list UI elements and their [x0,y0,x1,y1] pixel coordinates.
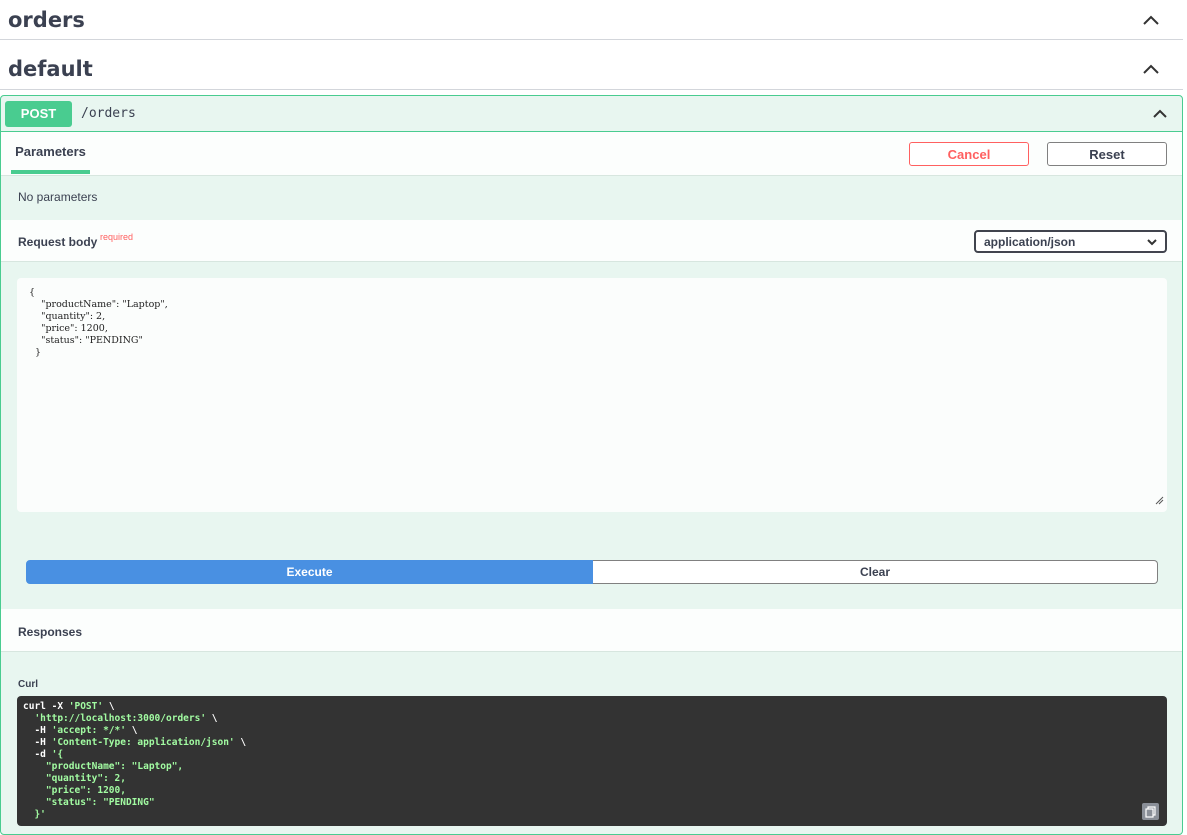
editor-line: } [29,347,42,358]
curl-line: -H 'Content-Type: application/json' \ [23,737,247,748]
curl-line: "price": 1200, [23,785,126,796]
curl-label: Curl [18,679,38,690]
tag-header-orders[interactable]: orders [0,0,1183,40]
operation-path: /orders [81,106,136,121]
copy-icon[interactable] [1142,803,1159,820]
chevron-up-icon[interactable] [1139,57,1163,81]
editor-line: { [29,287,36,298]
editor-line: "price": 1200, [29,323,108,334]
curl-line: }' [23,809,46,820]
editor-line: "quantity": 2, [29,311,106,322]
tag-header-default[interactable]: default [0,48,1183,90]
curl-line: "productName": "Laptop", [23,761,184,772]
request-body-title: Request body [18,235,98,249]
curl-line: -H 'accept: */*' \ [23,725,138,736]
curl-line: "status": "PENDING" [23,797,155,808]
execute-wrapper: Execute Clear [26,560,1158,584]
cancel-button[interactable]: Cancel [909,142,1029,166]
tag-title-default: default [8,56,93,81]
chevron-up-icon[interactable] [1148,102,1172,126]
content-type-value: application/json [984,234,1076,249]
curl-code-block: curl -X 'POST' \ 'http://localhost:3000/… [17,696,1167,826]
tab-parameters[interactable]: Parameters [11,132,90,174]
method-badge: POST [5,100,72,127]
chevron-up-icon[interactable] [1139,8,1163,32]
editor-line: "status": "PENDING" [29,335,143,346]
parameters-tab-bar: Parameters Cancel Reset [1,132,1182,176]
resize-handle-icon[interactable] [1154,492,1164,510]
curl-line: curl -X 'POST' \ [23,701,115,712]
chevron-down-icon [1147,235,1157,249]
required-marker: required [100,232,134,242]
curl-line: "quantity": 2, [23,773,126,784]
operation-summary[interactable]: POST /orders [1,96,1182,132]
request-body-editor[interactable]: { "productName": "Laptop", "quantity": 2… [17,278,1167,512]
request-body-bar: Request body required application/json [1,220,1182,262]
clear-button[interactable]: Clear [593,560,1158,584]
responses-bar: Responses [1,609,1182,652]
curl-line: -d '{ [23,749,64,760]
curl-line: 'http://localhost:3000/orders' \ [34,713,218,724]
tag-title-orders: orders [8,7,85,32]
no-parameters-text: No parameters [18,190,98,204]
execute-button[interactable]: Execute [26,560,593,584]
editor-line: "productName": "Laptop", [29,299,168,310]
content-type-select[interactable]: application/json [974,230,1167,253]
reset-button[interactable]: Reset [1047,142,1167,166]
operation-block-post-orders: POST /orders Parameters Cancel Reset No … [0,95,1183,835]
responses-title: Responses [18,625,83,639]
